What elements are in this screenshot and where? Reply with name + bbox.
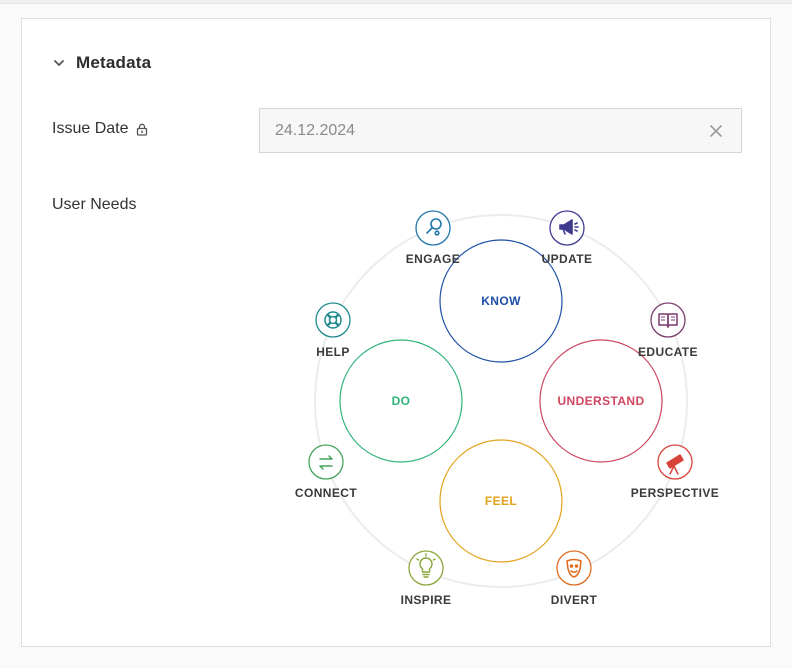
need-divert-label: DIVERT [551, 593, 598, 607]
category-understand-label: UNDERSTAND [557, 394, 644, 408]
need-update[interactable]: UPDATE [542, 210, 593, 266]
category-know-label: KNOW [481, 294, 521, 308]
need-help[interactable]: HELP [315, 302, 351, 359]
need-help-label: HELP [316, 345, 350, 359]
category-feel[interactable]: FEEL [439, 439, 563, 563]
category-do-label: DO [392, 394, 411, 408]
need-perspective[interactable]: PERSPECTIVE [631, 444, 719, 500]
category-feel-label: FEEL [485, 494, 517, 508]
metadata-panel: Metadata Issue Date 24.12.2024 User Need… [21, 18, 771, 647]
user-needs-diagram: KNOW UNDERSTAND FEEL DO ENGAGE UPDATE ED… [295, 210, 719, 607]
category-do[interactable]: DO [339, 339, 463, 463]
top-border [0, 0, 792, 4]
need-update-label: UPDATE [542, 252, 593, 266]
need-perspective-label: PERSPECTIVE [631, 486, 719, 500]
need-engage-label: ENGAGE [406, 252, 460, 266]
need-educate-label: EDUCATE [638, 345, 698, 359]
need-inspire-label: INSPIRE [401, 593, 452, 607]
need-educate[interactable]: EDUCATE [638, 302, 698, 359]
need-connect-label: CONNECT [295, 486, 357, 500]
need-engage[interactable]: ENGAGE [406, 210, 460, 266]
need-connect[interactable]: CONNECT [295, 444, 357, 500]
